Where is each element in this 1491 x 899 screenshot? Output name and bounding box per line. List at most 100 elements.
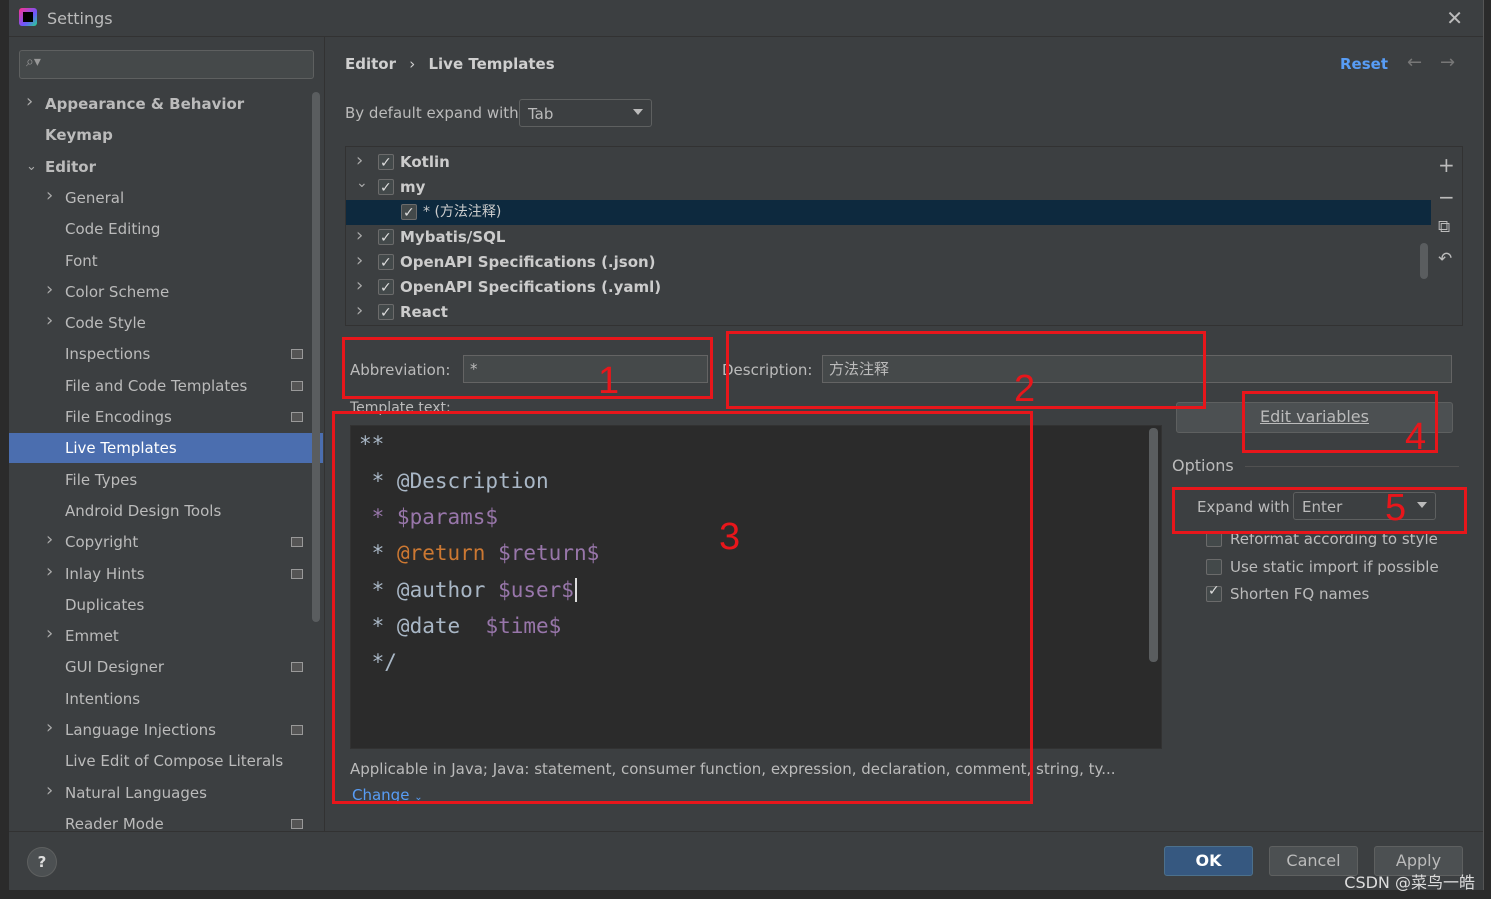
template-label: OpenAPI Specifications (.json) (400, 253, 656, 271)
chevron-right-icon[interactable]: › (356, 298, 363, 323)
shorten-fq-checkbox[interactable] (1206, 583, 1222, 602)
chevron-down-icon (633, 109, 643, 115)
expand-default-value: Tab (528, 105, 554, 123)
project-scope-icon (291, 412, 303, 422)
template-row[interactable]: › React (346, 300, 1432, 325)
expand-default-label: By default expand with (345, 104, 519, 122)
window-title: Settings (47, 9, 113, 28)
intellij-app-icon (19, 8, 37, 26)
sidebar-item-file-and-code-templates[interactable]: File and Code Templates (65, 371, 247, 401)
chevron-right-icon[interactable]: › (356, 223, 363, 248)
sidebar-item-intentions[interactable]: Intentions (65, 684, 140, 714)
project-scope-icon (291, 725, 303, 735)
template-list-scrollbar[interactable] (1420, 243, 1428, 279)
project-scope-icon (291, 819, 303, 829)
arrow-right-icon[interactable]: → (1440, 52, 1455, 73)
sidebar-item-android-design-tools[interactable]: Android Design Tools (65, 496, 221, 526)
sidebar-item-color-scheme[interactable]: Color Scheme (65, 277, 169, 307)
sidebar-item-natural-languages[interactable]: Natural Languages (65, 778, 207, 808)
template-row[interactable]: › Kotlin (346, 148, 1432, 176)
footer-divider (9, 831, 1483, 832)
chevron-right-icon[interactable]: › (46, 279, 53, 300)
sidebar-item-file-encodings[interactable]: File Encodings (65, 402, 172, 432)
sidebar-item-language-injections[interactable]: Language Injections (65, 715, 216, 745)
static-import-checkbox[interactable] (1206, 559, 1222, 575)
sidebar-item-font[interactable]: Font (65, 246, 98, 276)
sidebar-item-inspections[interactable]: Inspections (65, 339, 150, 369)
sidebar-scrollbar[interactable] (312, 92, 320, 622)
chevron-right-icon[interactable]: › (46, 780, 53, 801)
chevron-right-icon[interactable]: › (356, 248, 363, 273)
project-scope-icon (291, 349, 303, 359)
search-input[interactable]: ⌕▾ (19, 50, 314, 79)
restore-icon[interactable]: ↶ (1438, 249, 1452, 269)
sidebar-item-copyright[interactable]: Copyright (65, 527, 138, 557)
template-checkbox[interactable] (378, 276, 394, 301)
sidebar-item-live-edit-of-compose-literals[interactable]: Live Edit of Compose Literals (65, 746, 283, 776)
sidebar-item-editor[interactable]: Editor (45, 152, 96, 182)
sidebar-item-keymap[interactable]: Keymap (45, 120, 113, 150)
template-row[interactable]: › OpenAPI Specifications (.json) (346, 248, 1432, 276)
template-list: ›Kotlin⌄my* (方法注释)›Mybatis/SQL›OpenAPI S… (345, 146, 1433, 326)
template-row[interactable]: * (方法注释) (346, 200, 1432, 226)
template-toolbar: + − ⧉ ↶ (1431, 146, 1463, 326)
breadcrumb-parent[interactable]: Editor (345, 55, 396, 73)
copy-icon[interactable]: ⧉ (1438, 217, 1450, 237)
breadcrumb-separator: › (409, 55, 416, 73)
template-checkbox[interactable] (378, 151, 394, 176)
reset-link[interactable]: Reset (1340, 55, 1388, 73)
breadcrumb-current: Live Templates (428, 55, 555, 73)
editor-scrollbar[interactable] (1149, 428, 1158, 662)
sidebar-item-emmet[interactable]: Emmet (65, 621, 119, 651)
chevron-right-icon[interactable]: › (46, 310, 53, 331)
template-checkbox[interactable] (378, 251, 394, 276)
csdn-watermark: CSDN @菜鸟一皓 (1344, 873, 1475, 892)
annotation-number-2: 2 (1014, 368, 1036, 410)
template-row[interactable]: › Mybatis/SQL (346, 223, 1432, 251)
breadcrumb: Editor › Live Templates (345, 55, 555, 73)
sidebar-item-live-templates[interactable]: Live Templates (65, 433, 177, 463)
sidebar-item-file-types[interactable]: File Types (65, 465, 137, 495)
remove-icon[interactable]: − (1438, 185, 1455, 209)
chevron-right-icon[interactable]: › (356, 273, 363, 298)
sidebar-item-code-style[interactable]: Code Style (65, 308, 146, 338)
static-import-label[interactable]: Use static import if possible (1230, 558, 1439, 576)
sidebar-item-reader-mode[interactable]: Reader Mode (65, 809, 164, 832)
chevron-right-icon[interactable]: › (356, 148, 363, 173)
help-button[interactable]: ? (27, 847, 57, 877)
arrow-left-icon[interactable]: ← (1407, 52, 1422, 73)
template-checkbox[interactable] (378, 301, 394, 325)
sidebar-item-code-editing[interactable]: Code Editing (65, 214, 160, 244)
expand-default-select[interactable]: Tab (519, 99, 652, 127)
chevron-right-icon[interactable]: › (46, 185, 53, 206)
chevron-right-icon[interactable]: › (46, 561, 53, 582)
template-checkbox[interactable] (378, 176, 394, 201)
template-label: * (方法注释) (423, 204, 502, 220)
template-row[interactable]: ⌄my (346, 175, 1432, 201)
sidebar-item-inlay-hints[interactable]: Inlay Hints (65, 559, 145, 589)
ok-button[interactable]: OK (1164, 846, 1253, 876)
add-icon[interactable]: + (1438, 153, 1455, 177)
sidebar-item-general[interactable]: General (65, 183, 124, 213)
annotation-number-4: 4 (1405, 416, 1427, 458)
template-checkbox[interactable] (401, 201, 417, 226)
search-icon: ⌕▾ (26, 54, 41, 70)
chevron-right-icon[interactable]: › (46, 717, 53, 738)
sidebar-item-duplicates[interactable]: Duplicates (65, 590, 144, 620)
sidebar-item-gui-designer[interactable]: GUI Designer (65, 652, 164, 682)
options-title: Options (1172, 456, 1234, 475)
sidebar-item-appearance-behavior[interactable]: Appearance & Behavior (45, 89, 244, 119)
template-row[interactable]: › OpenAPI Specifications (.yaml) (346, 273, 1432, 301)
close-icon[interactable]: ✕ (1446, 6, 1463, 30)
template-label: Mybatis/SQL (400, 228, 506, 246)
template-checkbox[interactable] (378, 226, 394, 251)
title-bar: Settings ✕ (9, 0, 1483, 37)
shorten-fq-label[interactable]: Shorten FQ names (1230, 585, 1369, 603)
template-label: React (400, 303, 448, 321)
chevron-down-icon[interactable]: ⌄ (356, 171, 368, 196)
chevron-right-icon[interactable]: › (26, 91, 33, 112)
template-label: Kotlin (400, 153, 450, 171)
chevron-right-icon[interactable]: › (46, 623, 53, 644)
chevron-down-icon[interactable]: ⌄ (26, 159, 37, 174)
chevron-right-icon[interactable]: › (46, 529, 53, 550)
